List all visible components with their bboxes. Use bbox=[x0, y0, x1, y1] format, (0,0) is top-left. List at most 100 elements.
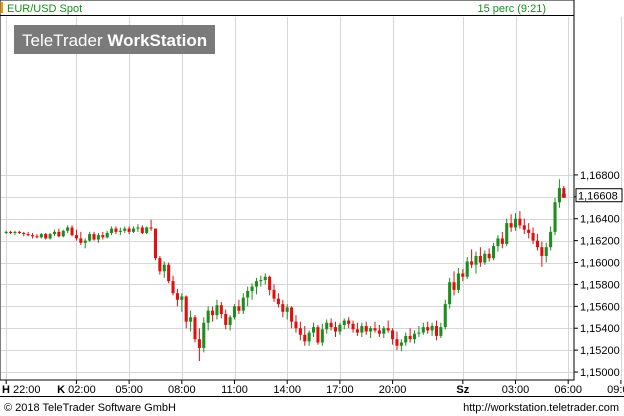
candle-body bbox=[408, 335, 412, 340]
y-tick-label: 1,15600 bbox=[580, 301, 620, 313]
candle-body bbox=[470, 261, 474, 265]
candle-body bbox=[430, 326, 434, 331]
y-tick-label: 1,16800 bbox=[580, 170, 620, 182]
candle-body bbox=[259, 280, 263, 282]
copyright-text: © 2018 TeleTrader Software GmbH bbox=[4, 402, 176, 414]
candle-body bbox=[74, 235, 78, 239]
chart-background bbox=[0, 0, 624, 416]
x-tick-time-label: 06:00 bbox=[554, 384, 582, 396]
candle-body bbox=[202, 322, 206, 348]
candle-body bbox=[544, 247, 548, 256]
x-tick-label: 05:00 bbox=[115, 384, 143, 396]
candle-body bbox=[4, 231, 8, 233]
candle-body bbox=[79, 238, 83, 243]
candle-body bbox=[373, 328, 377, 331]
x-tick-time-label: 08:00 bbox=[168, 384, 196, 396]
candle-body bbox=[22, 232, 26, 235]
candle-body bbox=[404, 335, 408, 343]
candle-body bbox=[316, 327, 320, 343]
candle-body bbox=[92, 234, 96, 240]
candle-body bbox=[426, 327, 430, 331]
candle-body bbox=[329, 322, 333, 328]
candle-body bbox=[228, 317, 232, 325]
x-tick-label: 03:00 bbox=[502, 384, 530, 396]
candle-body bbox=[167, 264, 171, 282]
x-tick-label: 20:00 bbox=[379, 384, 407, 396]
candle-body bbox=[184, 296, 188, 322]
x-tick-day-label: K bbox=[57, 384, 68, 396]
candle-body bbox=[254, 281, 258, 287]
candle-body bbox=[557, 188, 561, 203]
candle-body bbox=[162, 264, 166, 272]
candle-body bbox=[171, 281, 175, 294]
last-price-label: 1,16608 bbox=[578, 191, 618, 203]
candle-body bbox=[101, 235, 105, 238]
candle-body bbox=[189, 317, 193, 322]
candle-body bbox=[369, 328, 373, 332]
candle-body bbox=[118, 230, 122, 232]
candle-body bbox=[513, 218, 518, 228]
candle-body bbox=[421, 327, 425, 333]
candle-body bbox=[355, 329, 359, 333]
candle-body bbox=[114, 228, 118, 232]
candle-body bbox=[312, 327, 316, 333]
candle-body bbox=[294, 321, 298, 329]
candle-body bbox=[351, 323, 355, 330]
candle-body bbox=[276, 298, 280, 305]
logo-text-bold: WorkStation bbox=[107, 31, 207, 50]
candle-body bbox=[140, 227, 144, 233]
source-url: http://workstation.teletrader.com bbox=[463, 402, 619, 414]
candle-body bbox=[70, 227, 74, 236]
candle-body bbox=[391, 330, 395, 340]
candle-body bbox=[246, 290, 250, 298]
candle-body bbox=[443, 304, 447, 328]
candle-body bbox=[110, 228, 114, 233]
candle-body bbox=[325, 322, 329, 330]
x-tick-time-label: 02:00 bbox=[68, 384, 96, 396]
candle-body bbox=[48, 234, 52, 239]
candle-body bbox=[272, 289, 276, 299]
teletrader-logo: TeleTrader WorkStation bbox=[14, 25, 215, 54]
candle-body bbox=[88, 234, 92, 241]
candle-body bbox=[522, 225, 526, 230]
candle-body bbox=[175, 293, 179, 300]
candle-body bbox=[39, 234, 43, 238]
x-tick-label: K 02:00 bbox=[57, 384, 96, 396]
candle-body bbox=[250, 286, 254, 291]
candle-body bbox=[215, 305, 219, 316]
x-tick-time-label: 03:00 bbox=[502, 384, 530, 396]
candle-body bbox=[527, 229, 531, 233]
y-tick-label: 1,16200 bbox=[580, 236, 620, 248]
candle-body bbox=[131, 228, 136, 232]
candle-body bbox=[105, 232, 109, 238]
candle-body bbox=[395, 339, 399, 346]
candle-body bbox=[9, 231, 13, 233]
x-tick-time-label: 05:00 bbox=[115, 384, 143, 396]
candle-body bbox=[465, 261, 469, 277]
candle-body bbox=[461, 273, 465, 277]
candle-body bbox=[290, 307, 294, 322]
y-tick-label: 1,15800 bbox=[580, 279, 620, 291]
candle-body bbox=[496, 238, 500, 247]
candle-body bbox=[303, 334, 307, 342]
x-tick-label: Sz bbox=[456, 384, 469, 396]
candle-body bbox=[338, 324, 342, 332]
candle-body bbox=[553, 202, 557, 232]
candle-body bbox=[123, 228, 127, 231]
x-tick-time-label: 09:00 bbox=[607, 384, 624, 396]
candle-body bbox=[26, 234, 30, 236]
candle-body bbox=[219, 305, 223, 314]
symbol-title: EUR/USD Spot bbox=[7, 3, 82, 15]
candle-body bbox=[66, 227, 70, 231]
candle-body bbox=[211, 310, 215, 316]
interval-label: 15 perc (9:21) bbox=[478, 3, 546, 15]
candle-body bbox=[145, 227, 149, 233]
candle-body bbox=[505, 223, 509, 244]
candle-body bbox=[57, 231, 61, 237]
candle-body bbox=[518, 218, 522, 226]
y-tick-label: 1,15200 bbox=[580, 345, 620, 357]
candle-body bbox=[412, 333, 417, 340]
y-tick-label: 1,15400 bbox=[580, 323, 620, 335]
x-tick-label: 08:00 bbox=[168, 384, 196, 396]
candle-body bbox=[206, 310, 210, 323]
